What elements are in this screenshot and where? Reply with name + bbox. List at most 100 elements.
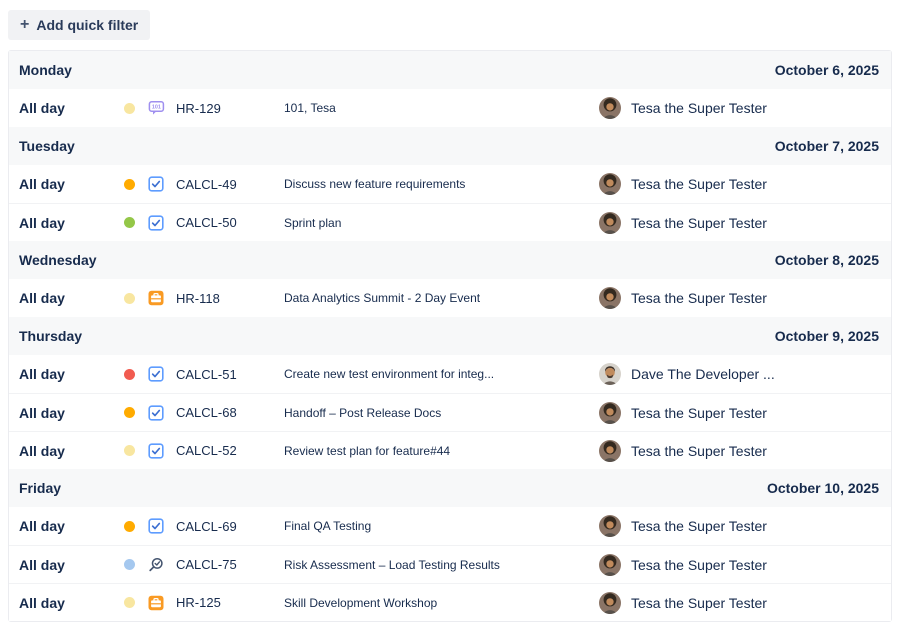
task-icon xyxy=(148,405,176,421)
add-quick-filter-button[interactable]: + Add quick filter xyxy=(8,10,150,40)
assignee-name: Tesa the Super Tester xyxy=(631,595,767,611)
task-icon xyxy=(148,215,176,231)
assignee: Tesa the Super Tester xyxy=(599,402,881,424)
status-dot xyxy=(124,103,135,114)
event-time-label: All day xyxy=(19,100,124,116)
status-dot xyxy=(124,407,135,418)
issue-key: HR-125 xyxy=(176,595,284,610)
status-dot xyxy=(124,559,135,570)
assignee: Tesa the Super Tester xyxy=(599,440,881,462)
comment-101-icon: 101 xyxy=(148,100,176,116)
avatar xyxy=(599,592,621,614)
issue-summary: Final QA Testing xyxy=(284,519,599,533)
issue-summary: Data Analytics Summit - 2 Day Event xyxy=(284,291,599,305)
day-header: Friday October 10, 2025 xyxy=(9,469,891,507)
assignee-name: Tesa the Super Tester xyxy=(631,557,767,573)
issue-summary: 101, Tesa xyxy=(284,101,599,115)
event-row[interactable]: All day CALCL-52 Review test plan for fe… xyxy=(9,431,891,469)
avatar xyxy=(599,440,621,462)
event-row[interactable]: All day CALCL-75 Risk Assessment – Load … xyxy=(9,545,891,583)
issue-summary: Review test plan for feature#44 xyxy=(284,444,599,458)
day-date: October 6, 2025 xyxy=(775,62,879,78)
assignee-name: Tesa the Super Tester xyxy=(631,518,767,534)
assignee-name: Tesa the Super Tester xyxy=(631,443,767,459)
event-row[interactable]: All day CALCL-68 Handoff – Post Release … xyxy=(9,393,891,431)
assignee: Tesa the Super Tester xyxy=(599,212,881,234)
day-section: Wednesday October 8, 2025 All day HR-118… xyxy=(9,241,891,317)
task-icon xyxy=(148,176,176,192)
status-dot xyxy=(124,445,135,456)
event-time-label: All day xyxy=(19,557,124,573)
avatar xyxy=(599,515,621,537)
avatar xyxy=(599,554,621,576)
day-name: Friday xyxy=(19,480,61,496)
assignee: Tesa the Super Tester xyxy=(599,515,881,537)
issue-key: CALCL-75 xyxy=(176,557,284,572)
issue-summary: Risk Assessment – Load Testing Results xyxy=(284,558,599,572)
event-row[interactable]: All day CALCL-50 Sprint plan Tesa the Su… xyxy=(9,203,891,241)
day-header: Thursday October 9, 2025 xyxy=(9,317,891,355)
day-name: Monday xyxy=(19,62,72,78)
day-section: Thursday October 9, 2025 All day CALCL-5… xyxy=(9,317,891,469)
day-date: October 7, 2025 xyxy=(775,138,879,154)
event-time-label: All day xyxy=(19,443,124,459)
avatar xyxy=(599,363,621,385)
event-time-label: All day xyxy=(19,405,124,421)
day-date: October 9, 2025 xyxy=(775,328,879,344)
day-name: Wednesday xyxy=(19,252,97,268)
issue-key: CALCL-51 xyxy=(176,367,284,382)
calendar-week-list: Monday October 6, 2025 All day 101 HR-12… xyxy=(8,50,892,622)
assignee-name: Tesa the Super Tester xyxy=(631,405,767,421)
day-date: October 8, 2025 xyxy=(775,252,879,268)
issue-key: CALCL-49 xyxy=(176,177,284,192)
avatar xyxy=(599,173,621,195)
event-time-label: All day xyxy=(19,595,124,611)
assignee-name: Tesa the Super Tester xyxy=(631,290,767,306)
event-row[interactable]: All day HR-118 Data Analytics Summit - 2… xyxy=(9,279,891,317)
issue-summary: Sprint plan xyxy=(284,216,599,230)
issue-summary: Skill Development Workshop xyxy=(284,596,599,610)
assignee: Tesa the Super Tester xyxy=(599,592,881,614)
status-dot xyxy=(124,597,135,608)
event-row[interactable]: All day CALCL-49 Discuss new feature req… xyxy=(9,165,891,203)
svg-text:101: 101 xyxy=(152,105,161,111)
issue-key: HR-118 xyxy=(176,291,284,306)
event-row[interactable]: All day 101 HR-129 101, Tesa Tesa the Su… xyxy=(9,89,891,127)
event-time-label: All day xyxy=(19,366,124,382)
event-time-label: All day xyxy=(19,518,124,534)
status-dot xyxy=(124,293,135,304)
event-row[interactable]: All day CALCL-69 Final QA Testing Tesa t… xyxy=(9,507,891,545)
avatar xyxy=(599,402,621,424)
avatar xyxy=(599,212,621,234)
status-dot xyxy=(124,521,135,532)
plus-icon: + xyxy=(20,17,29,33)
assignee: Tesa the Super Tester xyxy=(599,97,881,119)
event-time-label: All day xyxy=(19,290,124,306)
issue-key: CALCL-69 xyxy=(176,519,284,534)
day-name: Tuesday xyxy=(19,138,75,154)
avatar xyxy=(599,97,621,119)
event-time-label: All day xyxy=(19,215,124,231)
issue-summary: Discuss new feature requirements xyxy=(284,177,599,191)
toolbar: + Add quick filter xyxy=(8,10,892,40)
issue-summary: Handoff – Post Release Docs xyxy=(284,406,599,420)
issue-key: CALCL-52 xyxy=(176,443,284,458)
assignee-name: Tesa the Super Tester xyxy=(631,100,767,116)
day-date: October 10, 2025 xyxy=(767,480,879,496)
briefcase-icon xyxy=(148,290,176,306)
day-section: Friday October 10, 2025 All day CALCL-69… xyxy=(9,469,891,621)
task-icon xyxy=(148,518,176,534)
add-quick-filter-label: Add quick filter xyxy=(36,17,138,33)
assignee: Tesa the Super Tester xyxy=(599,173,881,195)
day-section: Tuesday October 7, 2025 All day CALCL-49… xyxy=(9,127,891,241)
calendar-page: + Add quick filter Monday October 6, 202… xyxy=(0,0,900,622)
assignee: Dave The Developer ... xyxy=(599,363,881,385)
event-row[interactable]: All day CALCL-51 Create new test environ… xyxy=(9,355,891,393)
status-dot xyxy=(124,217,135,228)
event-row[interactable]: All day HR-125 Skill Development Worksho… xyxy=(9,583,891,621)
review-magnifier-icon xyxy=(148,557,176,573)
issue-key: CALCL-68 xyxy=(176,405,284,420)
status-dot xyxy=(124,369,135,380)
day-header: Tuesday October 7, 2025 xyxy=(9,127,891,165)
issue-key: HR-129 xyxy=(176,101,284,116)
